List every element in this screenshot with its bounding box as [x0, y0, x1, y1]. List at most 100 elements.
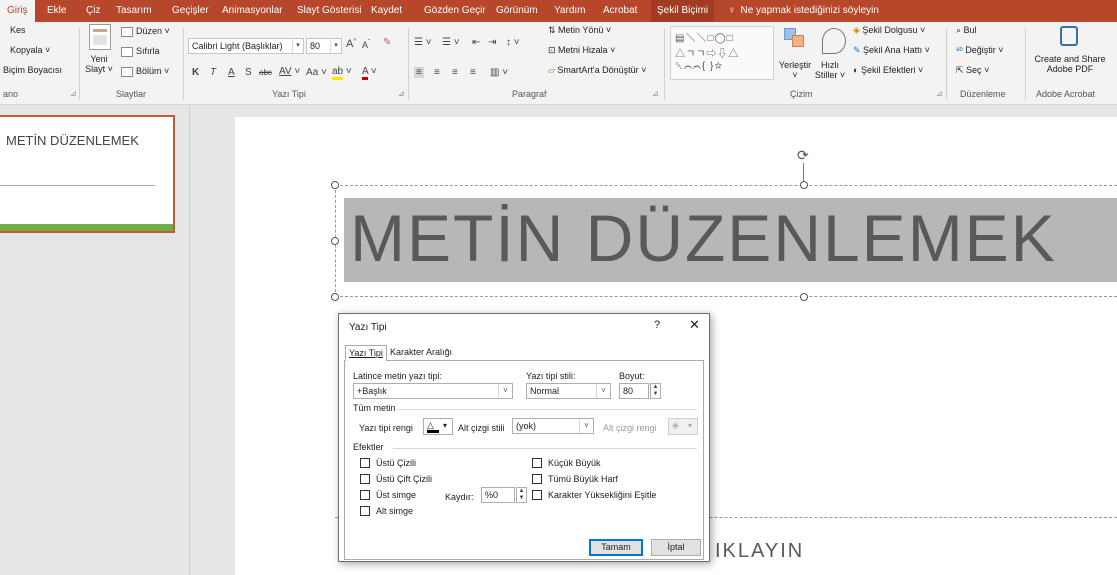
help-button[interactable]: ? [654, 319, 660, 331]
size-input[interactable]: 80 [619, 383, 649, 399]
title-placeholder[interactable]: METİN DÜZENLEMEK [331, 181, 1117, 301]
small-caps-checkbox[interactable] [532, 458, 542, 468]
copy-button[interactable]: Kopyala ˅ [10, 45, 50, 55]
layout-button[interactable]: Düzen ˅ [136, 26, 170, 36]
decrease-indent-icon[interactable]: ⇤ [472, 37, 480, 48]
align-text-button[interactable]: ⊡ Metni Hizala ˅ [548, 45, 615, 56]
tab-tasarim[interactable]: Tasarım [116, 0, 152, 22]
dialog-launcher-icon[interactable]: ⊿ [652, 89, 659, 98]
font-color-button[interactable]: A ˅ [362, 66, 377, 80]
reset-button[interactable]: Sıfırla [136, 46, 160, 56]
shadow-button[interactable]: S [245, 67, 252, 78]
cut-button[interactable]: Kes [10, 25, 26, 35]
resize-handle[interactable] [800, 293, 808, 301]
group-label-clipboard: ano [3, 89, 19, 99]
align-center-icon[interactable]: ≡ [434, 67, 440, 78]
dialog-title: Yazı Tipi [349, 322, 387, 333]
tab-slayt-gosterisi[interactable]: Slayt Gösterisi [297, 0, 361, 22]
create-share-pdf-button[interactable]: Create and Share Adobe PDF [1028, 54, 1112, 74]
tab-kaydet[interactable]: Kaydet [371, 0, 402, 22]
arrange-button[interactable]: Yerleştir ˅ [776, 60, 814, 80]
dialog-launcher-icon[interactable]: ⊿ [936, 89, 943, 98]
resize-handle[interactable] [331, 237, 339, 245]
resize-handle[interactable] [800, 181, 808, 189]
chevron-down-icon: ˅ [596, 384, 610, 398]
font-color-picker[interactable]: △ ▾ [423, 418, 453, 435]
bold-button[interactable]: K [192, 67, 199, 78]
shrink-font-button[interactable]: Aˇ [362, 40, 370, 50]
ok-button[interactable]: Tamam [589, 539, 643, 556]
align-right-icon[interactable]: ≡ [452, 67, 458, 78]
font-color-label: Yazı tipi rengi [359, 423, 413, 433]
dialog-launcher-icon[interactable]: ⊿ [398, 89, 405, 98]
tab-animasyonlar[interactable]: Animasyonlar [222, 0, 283, 22]
columns-icon[interactable]: ▥ ˅ [490, 67, 508, 78]
font-name-combo[interactable]: Calibri Light (Başlıklar) ▾ [188, 38, 304, 54]
convert-smartart-button[interactable]: ▱ SmartArt'a Dönüştür ˅ [548, 65, 646, 76]
section-button[interactable]: Bölüm ˅ [136, 66, 169, 76]
quick-styles-button[interactable]: Hızlı Stiller ˅ [812, 60, 848, 80]
tab-gorunum[interactable]: Görünüm [496, 0, 538, 22]
grow-font-button[interactable]: A^ [346, 38, 356, 50]
slide-subtitle[interactable]: IKLAYIN [715, 540, 804, 563]
dialog-launcher-icon[interactable]: ⊿ [70, 89, 77, 98]
cancel-button[interactable]: İptal [651, 539, 701, 556]
tab-font[interactable]: Yazı Tipi [345, 345, 387, 361]
offset-label: Kaydır: [445, 492, 474, 502]
italic-button[interactable]: T [210, 67, 216, 78]
tab-acrobat[interactable]: Acrobat [603, 0, 637, 22]
tab-ciz[interactable]: Çiz [86, 0, 100, 22]
find-button[interactable]: ⌕ Bul [956, 25, 977, 36]
strikethrough-checkbox[interactable] [360, 458, 370, 468]
tab-gecisler[interactable]: Geçişler [172, 0, 209, 22]
all-caps-checkbox[interactable] [532, 474, 542, 484]
subscript-checkbox[interactable] [360, 506, 370, 516]
numbering-icon[interactable]: ☰ ˅ [442, 37, 460, 48]
size-stepper[interactable]: ▲ ▼ [650, 383, 661, 399]
resize-handle[interactable] [331, 293, 339, 301]
slide-thumbnail[interactable]: METİN DÜZENLEMEK [0, 115, 175, 233]
line-spacing-icon[interactable]: ↕ ˅ [506, 37, 520, 48]
underline-style-select[interactable]: (yok) ˅ [512, 418, 594, 434]
highlight-color-icon[interactable]: ab ˅ [332, 66, 352, 80]
tab-yardim[interactable]: Yardım [554, 0, 586, 22]
format-painter-button[interactable]: Biçim Boyacısı [3, 65, 62, 75]
resize-handle[interactable] [331, 181, 339, 189]
underline-color-picker[interactable]: ◈ ▾ [668, 418, 698, 435]
shape-fill-button[interactable]: ◈ Şekil Dolgusu ˅ [853, 25, 925, 36]
equalize-height-checkbox[interactable] [532, 490, 542, 500]
text-direction-button[interactable]: ⇅ Metin Yönü ˅ [548, 25, 611, 36]
tell-me-search[interactable]: ♀ Ne yapmak istediğinizi söyleyin [728, 0, 879, 22]
clear-formatting-icon[interactable]: ✎ [383, 37, 391, 48]
tab-ekle[interactable]: Ekle [47, 0, 66, 22]
tab-giris[interactable]: Giriş [0, 0, 35, 22]
align-left-icon[interactable]: ≡ [414, 67, 424, 78]
shapes-gallery[interactable]: ▤＼＼□◯□ △ㄱㄱ⇨⇩△ ␡⌒⌒{ }☆ [670, 26, 774, 80]
change-case-button[interactable]: Aa ˅ [306, 67, 327, 78]
tab-character-spacing[interactable]: Karakter Aralığı [387, 345, 455, 361]
justify-icon[interactable]: ≡ [470, 67, 476, 78]
underline-button[interactable]: A [228, 67, 235, 78]
shape-outline-button[interactable]: ✎ Şekil Ana Hattı ˅ [853, 45, 930, 56]
font-size-combo[interactable]: 80 ▾ [306, 38, 342, 54]
replace-button[interactable]: ᵃᵇ Değiştir ˅ [956, 45, 1004, 55]
bullets-icon[interactable]: ☰ ˅ [414, 37, 432, 48]
tab-sekil-bicimi[interactable]: Şekil Biçimi [651, 0, 715, 22]
increase-indent-icon[interactable]: ⇥ [488, 37, 496, 48]
latin-font-select[interactable]: +Başlık ˅ [353, 383, 513, 399]
select-button[interactable]: ⇱ Seç ˅ [956, 65, 989, 76]
double-strikethrough-checkbox[interactable] [360, 474, 370, 484]
font-style-select[interactable]: Normal ˅ [526, 383, 611, 399]
offset-stepper[interactable]: ▲ ▼ [516, 487, 527, 503]
character-spacing-button[interactable]: AV ˅ [279, 66, 300, 77]
close-icon[interactable]: ✕ [689, 317, 700, 333]
tab-gozden-gecir[interactable]: Gözden Geçir [424, 0, 486, 22]
shape-effects-button[interactable]: ◐ Şekil Efektleri ˅ [853, 65, 923, 75]
new-slide-button[interactable]: Yeni Slayt ˅ [84, 54, 114, 74]
strikethrough-button[interactable]: abc [259, 68, 272, 77]
offset-input[interactable]: %0 [481, 487, 515, 503]
slide-title[interactable]: METİN DÜZENLEMEK [350, 200, 1057, 276]
chevron-down-icon: ˅ [45, 45, 51, 55]
rotate-handle-icon[interactable]: ⟳ [797, 148, 811, 162]
superscript-checkbox[interactable] [360, 490, 370, 500]
